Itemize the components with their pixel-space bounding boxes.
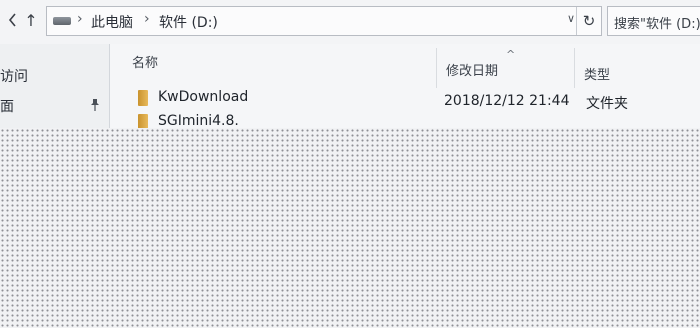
chevron-left-icon [8, 13, 16, 27]
sort-ascending-icon: ^ [506, 48, 516, 61]
column-header-name[interactable]: 名称 [132, 52, 158, 71]
arrow-up-icon: ↑ [24, 10, 38, 30]
refresh-button[interactable]: ↻ [576, 7, 601, 35]
search-input[interactable]: 搜索"软件 (D:)" [607, 6, 700, 36]
sidebar-item-quick-access[interactable]: 访问 [0, 66, 28, 86]
navigation-bar: ↑ › 此电脑 › 软件 (D:) ∨ ↻ 搜索"软件 (D:)" [0, 0, 700, 44]
back-button[interactable] [4, 10, 22, 30]
breadcrumb-separator: › [77, 11, 83, 27]
file-name: SGImini4.8. [158, 113, 239, 129]
address-dropdown-icon[interactable]: ∨ [567, 12, 575, 25]
file-type: 文件夹 [586, 96, 628, 112]
list-item[interactable]: KwDownload 2018/12/12 21:44 文件夹 [110, 88, 700, 112]
up-button[interactable]: ↑ [22, 10, 40, 30]
breadcrumb-drive-d[interactable]: 软件 (D:) [159, 12, 218, 32]
file-name: KwDownload [158, 89, 249, 105]
column-header-modified[interactable]: 修改日期 [446, 60, 498, 79]
address-bar[interactable]: › 此电脑 › 软件 (D:) ∨ ↻ [46, 6, 602, 36]
moire-overlay [0, 128, 700, 328]
folder-icon [138, 90, 148, 106]
column-divider[interactable] [436, 48, 437, 88]
breadcrumb-separator: › [144, 11, 150, 27]
pin-icon[interactable] [90, 99, 100, 111]
refresh-icon: ↻ [582, 12, 596, 30]
breadcrumb-this-pc[interactable]: 此电脑 [91, 12, 133, 32]
drive-icon [53, 17, 71, 25]
file-modified: 2018/12/12 21:44 [444, 93, 570, 109]
column-header-type[interactable]: 类型 [584, 64, 610, 83]
column-divider[interactable] [574, 48, 575, 88]
sidebar-item-desktop[interactable]: 面 [0, 96, 14, 116]
